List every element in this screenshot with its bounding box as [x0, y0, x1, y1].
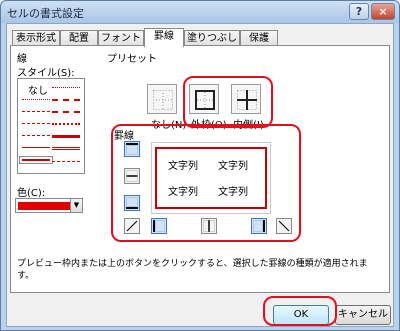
highlight-presets: [183, 76, 273, 128]
style-option[interactable]: [52, 161, 80, 162]
help-button[interactable]: ?: [349, 3, 369, 20]
highlight-border-section: [111, 124, 301, 242]
color-dropdown[interactable]: ▼: [15, 198, 83, 213]
title-bar[interactable]: セルの書式設定 ? ×: [1, 1, 399, 23]
style-label: スタイル(S):: [17, 68, 75, 79]
presets-section-label: プリセット: [107, 54, 157, 65]
line-section-label: 線: [17, 54, 27, 65]
cancel-button[interactable]: キャンセル: [335, 305, 391, 325]
dialog-body: 表示形式 配置 フォント 罫線 塗りつぶし 保護 線 スタイル(S): なし 色…: [6, 23, 394, 327]
style-none-option[interactable]: なし: [28, 82, 48, 97]
style-option[interactable]: [52, 135, 80, 138]
highlight-ok: [263, 296, 337, 326]
style-option[interactable]: [52, 99, 80, 101]
style-option[interactable]: [52, 111, 80, 113]
style-option[interactable]: [22, 111, 50, 112]
tab-alignment[interactable]: 配置: [60, 30, 98, 46]
tab-font[interactable]: フォント: [98, 30, 144, 46]
preset-none-button[interactable]: [147, 84, 177, 114]
line-style-list[interactable]: なし: [17, 78, 85, 174]
style-option[interactable]: [22, 123, 50, 124]
color-swatch: [18, 202, 70, 210]
border-tab-panel: 線 スタイル(S): なし 色(C): ▼ プリセット なし(N) 外枠(O) …: [10, 45, 390, 293]
style-option[interactable]: [52, 87, 80, 88]
tab-border[interactable]: 罫線: [144, 28, 184, 47]
style-option[interactable]: [22, 135, 50, 136]
style-option-selected[interactable]: [19, 156, 53, 164]
color-label: 色(C):: [17, 188, 46, 199]
style-option[interactable]: [22, 99, 50, 100]
style-option[interactable]: [52, 123, 80, 125]
tab-fill[interactable]: 塗りつぶし: [184, 30, 240, 46]
chevron-down-icon[interactable]: ▼: [70, 199, 82, 212]
tab-protection[interactable]: 保護: [240, 30, 278, 46]
style-option[interactable]: [52, 147, 80, 150]
hint-text: プレビュー枠内または上のボタンをクリックすると、選択した罫線の種類が適用されます…: [17, 259, 368, 281]
dialog-title: セルの書式設定: [7, 7, 84, 20]
style-option[interactable]: [22, 147, 50, 148]
dialog-window: セルの書式設定 ? × 表示形式 配置 フォント 罫線 塗りつぶし 保護 線 ス…: [0, 0, 400, 331]
close-button[interactable]: ×: [371, 3, 395, 20]
tab-number-format[interactable]: 表示形式: [12, 30, 60, 46]
border-none-icon: [153, 90, 173, 110]
